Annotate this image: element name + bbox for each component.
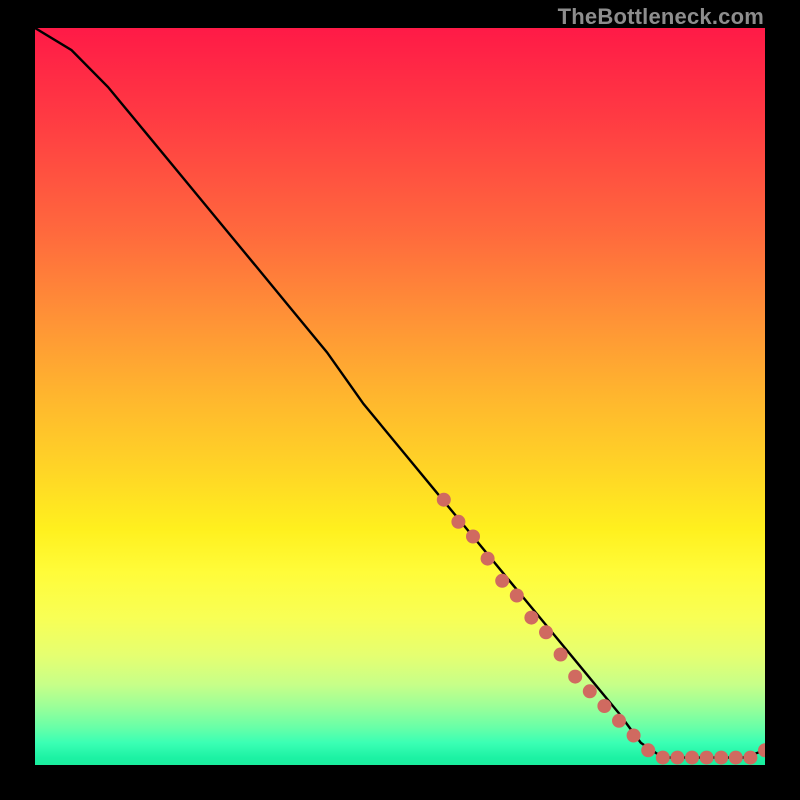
marker-point — [481, 552, 495, 566]
marker-point — [597, 699, 611, 713]
marker-point — [729, 751, 743, 765]
marker-point — [685, 751, 699, 765]
marker-point — [714, 751, 728, 765]
marker-point — [743, 751, 757, 765]
marker-point — [758, 743, 765, 757]
highlighted-markers — [437, 493, 765, 765]
watermark-text: TheBottleneck.com — [558, 4, 764, 30]
marker-point — [451, 515, 465, 529]
marker-point — [524, 611, 538, 625]
marker-point — [627, 729, 641, 743]
plot-svg — [35, 28, 765, 765]
marker-point — [568, 670, 582, 684]
marker-point — [583, 684, 597, 698]
marker-point — [612, 714, 626, 728]
marker-point — [656, 751, 670, 765]
marker-point — [495, 574, 509, 588]
marker-point — [510, 589, 524, 603]
chart-stage: TheBottleneck.com — [0, 0, 800, 800]
marker-point — [554, 648, 568, 662]
marker-point — [539, 625, 553, 639]
marker-point — [437, 493, 451, 507]
marker-point — [670, 751, 684, 765]
marker-point — [700, 751, 714, 765]
plot-area — [35, 28, 765, 765]
bottleneck-curve — [35, 28, 765, 758]
marker-point — [641, 743, 655, 757]
marker-point — [466, 530, 480, 544]
